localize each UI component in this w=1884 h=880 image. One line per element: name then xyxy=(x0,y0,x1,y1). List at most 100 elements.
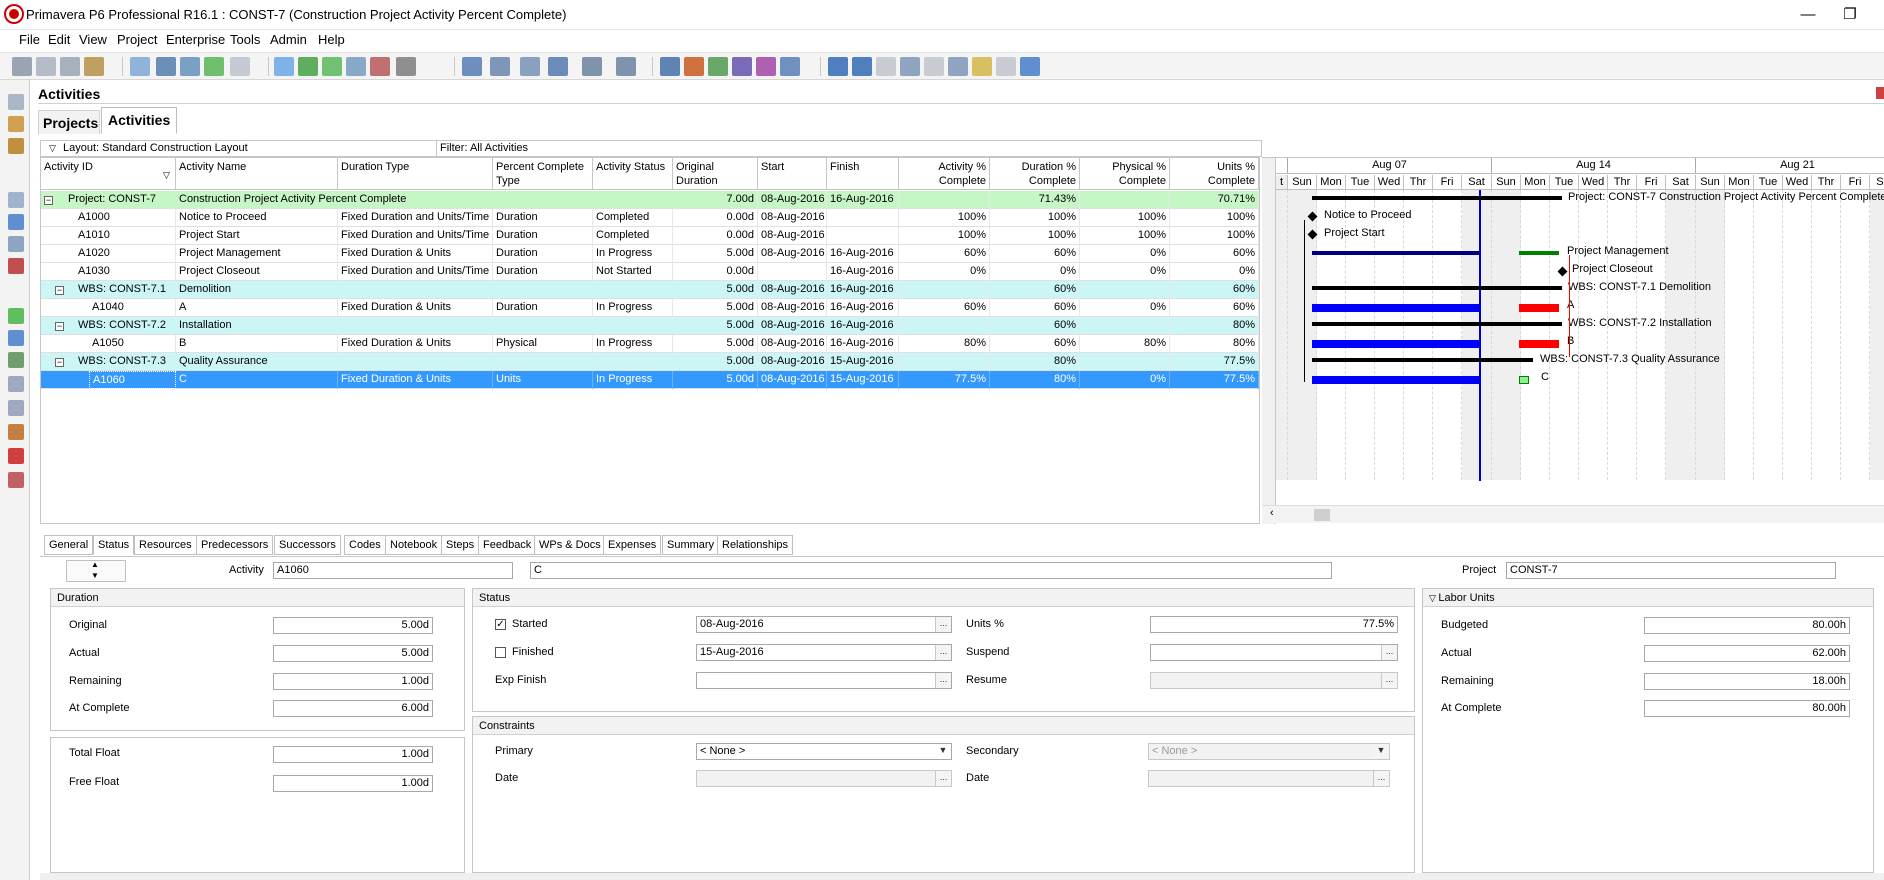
menu-help[interactable]: Help xyxy=(318,31,345,49)
units-pct-field[interactable]: 77.5% xyxy=(1150,616,1398,633)
help-icon[interactable] xyxy=(1020,57,1040,76)
actual-duration-field[interactable]: 5.00d xyxy=(273,645,433,662)
activity-details-icon[interactable] xyxy=(274,57,294,76)
filter-icon[interactable] xyxy=(548,57,568,76)
finished-checkbox[interactable] xyxy=(495,647,506,658)
nav-workproducts-icon[interactable] xyxy=(8,376,24,392)
close-icon[interactable] xyxy=(1876,87,1884,99)
scroll-thumb[interactable] xyxy=(1314,509,1330,521)
table-row[interactable]: A1030 Project Closeout Fixed Duration an… xyxy=(41,263,1259,281)
tab-status[interactable]: Status xyxy=(93,535,135,555)
tab-projects[interactable]: Projects xyxy=(38,110,100,134)
gantt-bar-a1020-remaining[interactable] xyxy=(1519,251,1559,255)
menu-view[interactable]: View xyxy=(79,31,107,49)
col-activity-id[interactable]: Activity ID ▽ xyxy=(41,158,176,190)
actual-units-field[interactable]: 62.00h xyxy=(1644,645,1850,662)
gantt-bar-a1040-remaining[interactable] xyxy=(1519,304,1559,312)
trace-logic-icon[interactable] xyxy=(204,57,224,76)
zoom-out-icon[interactable] xyxy=(852,57,872,76)
menu-enterprise[interactable]: Enterprise xyxy=(166,31,225,49)
zoom-fit-icon[interactable] xyxy=(876,57,896,76)
trace-icon[interactable] xyxy=(370,57,390,76)
nav-eps-icon[interactable] xyxy=(8,138,24,154)
nav-activities-icon[interactable] xyxy=(8,308,24,324)
table-row[interactable]: A1020 Project Management Fixed Duration … xyxy=(41,245,1259,263)
at-complete-units-field[interactable]: 80.00h xyxy=(1644,700,1850,717)
down-arrow-icon[interactable]: ▼ xyxy=(91,571,99,580)
table-row[interactable]: A1050 B Fixed Duration & Units Physical … xyxy=(41,335,1259,353)
spreadsheet-icon[interactable] xyxy=(346,57,366,76)
info-icon[interactable] xyxy=(996,57,1016,76)
tab-summary[interactable]: Summary xyxy=(662,535,720,555)
gantt-bar-a1020-actual[interactable] xyxy=(1312,251,1479,255)
bottom-layout-icon[interactable] xyxy=(396,57,416,76)
exp-finish-field[interactable]: ... xyxy=(696,672,952,689)
tab-notebook[interactable]: Notebook xyxy=(385,535,443,555)
date-picker-icon[interactable]: ... xyxy=(935,617,951,632)
gantt-bar-wbs2[interactable] xyxy=(1312,322,1562,326)
gantt-bar-wbs3[interactable] xyxy=(1312,358,1533,362)
gantt-horizontal-scrollbar[interactable]: ‹ xyxy=(1262,505,1884,523)
gantt-chart-icon[interactable] xyxy=(156,57,176,76)
table-row-wbs[interactable]: − WBS: CONST-7.1 Demolition 5.00d 08-Aug… xyxy=(41,281,1259,299)
minimize-button[interactable]: — xyxy=(1788,4,1828,26)
suspend-field[interactable]: ... xyxy=(1150,644,1398,661)
gantt-bar-a1050-actual[interactable] xyxy=(1312,340,1479,348)
print-icon[interactable] xyxy=(12,57,32,76)
table-row[interactable]: A1040 A Fixed Duration & Units Duration … xyxy=(41,299,1259,317)
profile-icon[interactable] xyxy=(322,57,342,76)
dropdown-arrow-icon[interactable]: ▼ xyxy=(935,744,951,759)
menu-file[interactable]: File xyxy=(19,31,40,49)
tab-relationships[interactable]: Relationships xyxy=(717,535,794,555)
tab-predecessors[interactable]: Predecessors xyxy=(196,535,274,555)
table-row-project[interactable]: − Project: CONST-7 Construction Project … xyxy=(41,191,1259,209)
zoom-in-icon[interactable] xyxy=(828,57,848,76)
nav-reports-icon[interactable] xyxy=(8,236,24,252)
group-sort-icon[interactable] xyxy=(462,57,482,76)
collapse-icon[interactable]: − xyxy=(55,322,64,331)
progress-spotlight-icon[interactable] xyxy=(756,57,776,76)
original-duration-field[interactable]: 5.00d xyxy=(273,617,433,634)
collapse-icon[interactable]: − xyxy=(44,196,53,205)
col-duration-type[interactable]: Duration Type xyxy=(338,158,493,190)
tab-resources[interactable]: Resources xyxy=(134,535,197,555)
activity-table-icon[interactable] xyxy=(130,57,150,76)
scroll-left-icon[interactable]: ‹ xyxy=(1270,507,1274,519)
primary-constraint-select[interactable]: < None > ▼ xyxy=(696,743,952,760)
remaining-units-field[interactable]: 18.00h xyxy=(1644,673,1850,690)
total-float-field[interactable]: 1.00d xyxy=(273,746,433,763)
tab-feedback[interactable]: Feedback xyxy=(478,535,537,555)
resource-usage-icon[interactable] xyxy=(298,57,318,76)
timescale-icon[interactable] xyxy=(582,57,602,76)
publish-icon[interactable] xyxy=(84,57,104,76)
col-finish[interactable]: Finish xyxy=(827,158,899,190)
project-field[interactable]: CONST-7 xyxy=(1506,562,1836,579)
tab-codes[interactable]: Codes xyxy=(344,535,386,555)
nav-wbs-icon[interactable] xyxy=(8,192,24,208)
table-row[interactable]: A1000 Notice to Proceed Fixed Duration a… xyxy=(41,209,1259,227)
menu-edit[interactable]: Edit xyxy=(48,31,70,49)
nav-tracking-icon[interactable] xyxy=(8,258,24,274)
col-physical-pct[interactable]: Physical % Complete xyxy=(1080,158,1170,190)
bars-icon[interactable] xyxy=(520,57,540,76)
budgeted-units-field[interactable]: 80.00h xyxy=(1644,617,1850,634)
tab-successors[interactable]: Successors xyxy=(274,535,341,555)
free-float-field[interactable]: 1.00d xyxy=(273,775,433,792)
nav-resource-assign-icon[interactable] xyxy=(8,352,24,368)
gantt-bar-a1060-remaining[interactable] xyxy=(1519,376,1529,384)
table-row-wbs[interactable]: − WBS: CONST-7.2 Installation 5.00d 08-A… xyxy=(41,317,1259,335)
col-duration-pct[interactable]: Duration % Complete xyxy=(990,158,1080,190)
filter-label[interactable]: Filter: All Activities xyxy=(436,141,528,156)
collapse-icon[interactable]: − xyxy=(55,286,64,295)
chevron-down-icon[interactable]: ▽ xyxy=(49,141,56,156)
col-start[interactable]: Start xyxy=(758,158,827,190)
chevron-down-icon[interactable]: ▽ xyxy=(1429,593,1438,603)
finished-date-field[interactable]: 15-Aug-2016... xyxy=(696,644,952,661)
navigation-arrows[interactable]: ▲ ▼ xyxy=(66,560,126,582)
started-checkbox[interactable]: ✓ xyxy=(495,619,506,630)
tab-steps[interactable]: Steps xyxy=(441,535,480,555)
nav-risks-icon[interactable] xyxy=(8,448,24,464)
remaining-duration-field[interactable]: 1.00d xyxy=(273,673,433,690)
menu-tools[interactable]: Tools xyxy=(230,31,260,49)
nav-projects-icon[interactable] xyxy=(8,94,24,110)
